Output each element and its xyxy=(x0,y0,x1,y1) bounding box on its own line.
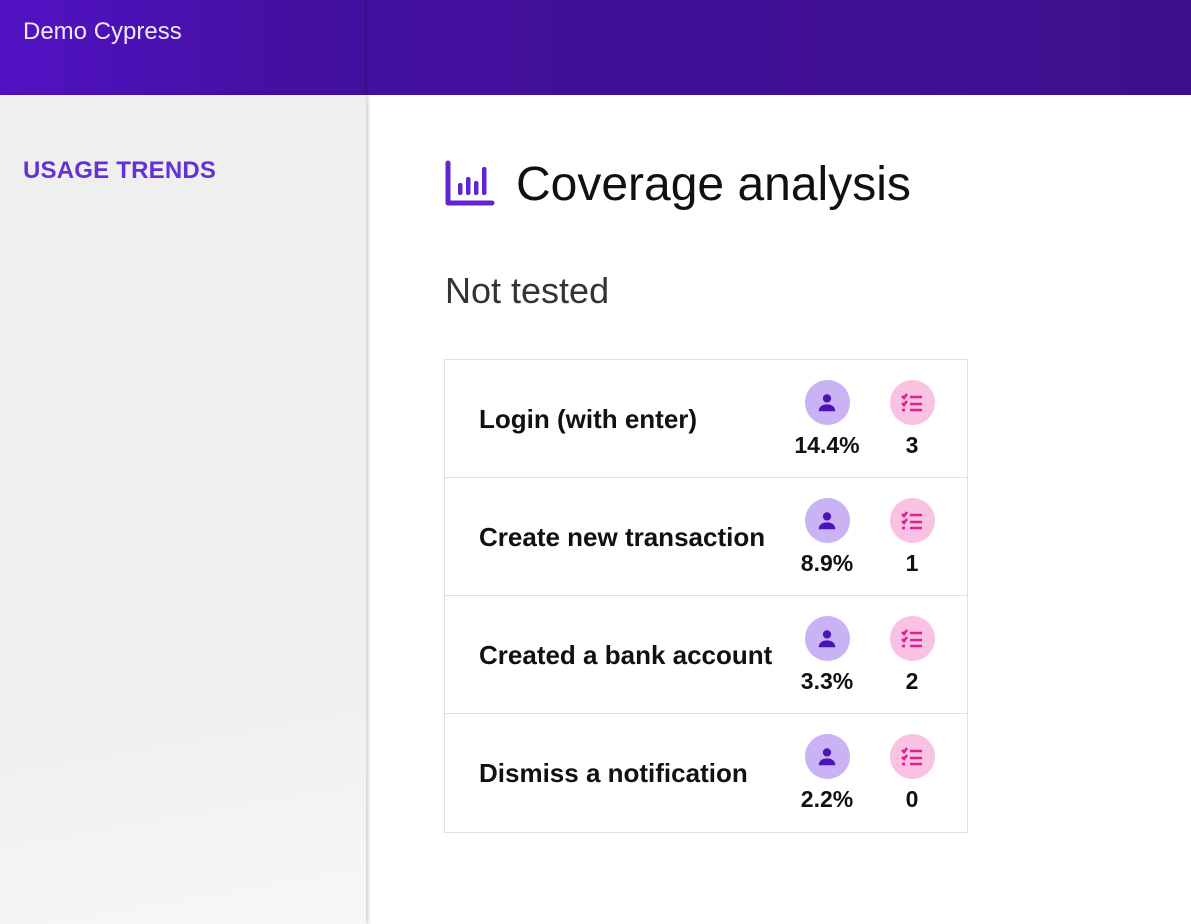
user-icon xyxy=(804,616,850,661)
bar-chart-icon xyxy=(445,160,495,205)
test-count: 2 xyxy=(905,668,919,694)
page-title-text: Coverage analysis xyxy=(516,158,911,211)
sidebar: USAGE TRENDS xyxy=(0,95,366,924)
section-title: Not tested xyxy=(445,270,610,311)
main-content: Coverage analysis Not tested Login (with… xyxy=(366,95,1191,924)
user-icon xyxy=(804,498,850,543)
user-icon xyxy=(804,380,850,425)
app-title: Demo Cypress xyxy=(23,18,182,45)
feature-name: Dismiss a notification xyxy=(479,758,748,788)
usage-percent: 3.3% xyxy=(800,668,854,694)
checklist-icon xyxy=(889,616,935,661)
test-count: 0 xyxy=(905,786,919,812)
list-item[interactable]: Login (with enter) 14.4% 3 xyxy=(445,360,967,478)
feature-name: Login (with enter) xyxy=(479,404,698,434)
list-item[interactable]: Dismiss a notification 2.2% 0 xyxy=(445,714,967,832)
test-count: 1 xyxy=(905,550,919,576)
usage-stat: 2.2% xyxy=(792,734,862,813)
usage-percent: 8.9% xyxy=(800,550,854,576)
not-tested-list: Login (with enter) 14.4% 3 Create new tr… xyxy=(444,359,968,833)
tests-stat: 2 xyxy=(877,616,947,695)
user-icon xyxy=(804,734,850,779)
feature-name: Create new transaction xyxy=(479,522,766,552)
sidebar-item-usage-trends[interactable]: USAGE TRENDS xyxy=(23,157,216,185)
tests-stat: 3 xyxy=(877,380,947,459)
checklist-icon xyxy=(889,380,935,425)
checklist-icon xyxy=(889,734,935,779)
usage-stat: 3.3% xyxy=(792,616,862,695)
tests-stat: 0 xyxy=(877,734,947,813)
page-title: Coverage analysis xyxy=(444,157,911,212)
header-divider xyxy=(364,0,367,95)
list-item[interactable]: Created a bank account 3.3% 2 xyxy=(445,596,967,714)
feature-name: Created a bank account xyxy=(479,640,773,670)
usage-stat: 14.4% xyxy=(792,380,862,459)
usage-percent: 2.2% xyxy=(800,786,854,812)
usage-stat: 8.9% xyxy=(792,498,862,577)
app-header: Demo Cypress xyxy=(0,0,1191,95)
tests-stat: 1 xyxy=(877,498,947,577)
test-count: 3 xyxy=(905,432,919,458)
usage-percent: 14.4% xyxy=(794,432,860,458)
list-item[interactable]: Create new transaction 8.9% 1 xyxy=(445,478,967,596)
checklist-icon xyxy=(889,498,935,543)
